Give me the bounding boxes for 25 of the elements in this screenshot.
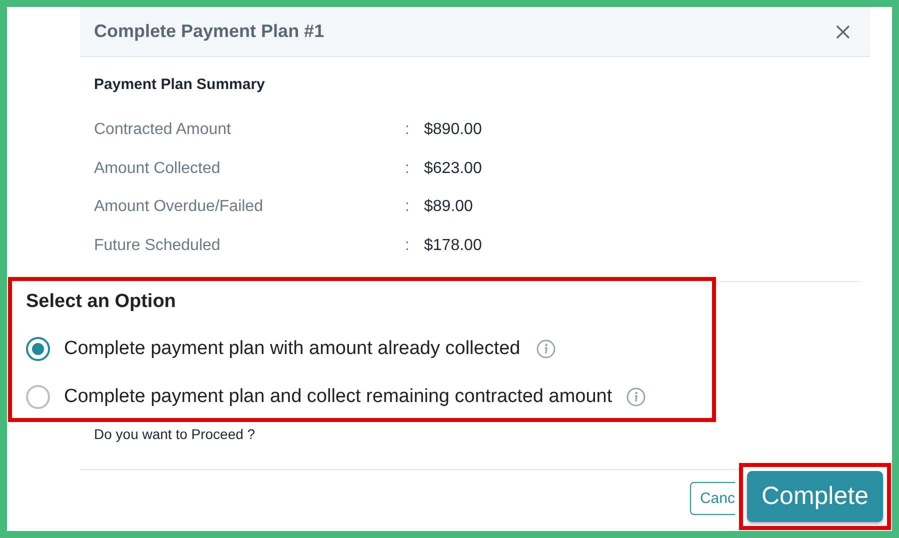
complete-button[interactable]: Complete xyxy=(747,471,883,522)
radio-button[interactable] xyxy=(26,385,50,409)
section-heading: Payment Plan Summary xyxy=(94,76,266,93)
summary-value: $623.00 xyxy=(424,160,482,178)
summary-value: $89.00 xyxy=(424,198,473,216)
summary-label: Amount Overdue/Failed xyxy=(94,198,264,216)
option-label[interactable]: Complete payment plan and collect remaining contracted amount xyxy=(64,386,612,408)
option-label[interactable]: Complete payment plan with amount already collected xyxy=(64,338,520,360)
panel-heading: Select an Option xyxy=(26,291,177,313)
cancel-button[interactable]: Canc xyxy=(690,482,735,515)
colon: : xyxy=(405,198,410,216)
confirm-question: Do you want to Proceed ? xyxy=(94,426,256,442)
colon: : xyxy=(405,121,410,140)
close-icon[interactable] xyxy=(836,24,850,38)
dialog-title: Complete Payment Plan #1 xyxy=(94,21,324,42)
summary-label: Amount Collected xyxy=(94,160,222,178)
colon: : xyxy=(405,236,410,255)
info-icon[interactable] xyxy=(536,339,556,359)
radio-button[interactable] xyxy=(26,337,50,361)
summary-label: Future Scheduled xyxy=(94,236,222,255)
info-icon[interactable] xyxy=(626,387,646,407)
summary-label: Contracted Amount xyxy=(94,121,232,140)
summary-value: $178.00 xyxy=(424,236,482,255)
summary-value: $890.00 xyxy=(424,121,482,140)
colon: : xyxy=(405,160,410,178)
